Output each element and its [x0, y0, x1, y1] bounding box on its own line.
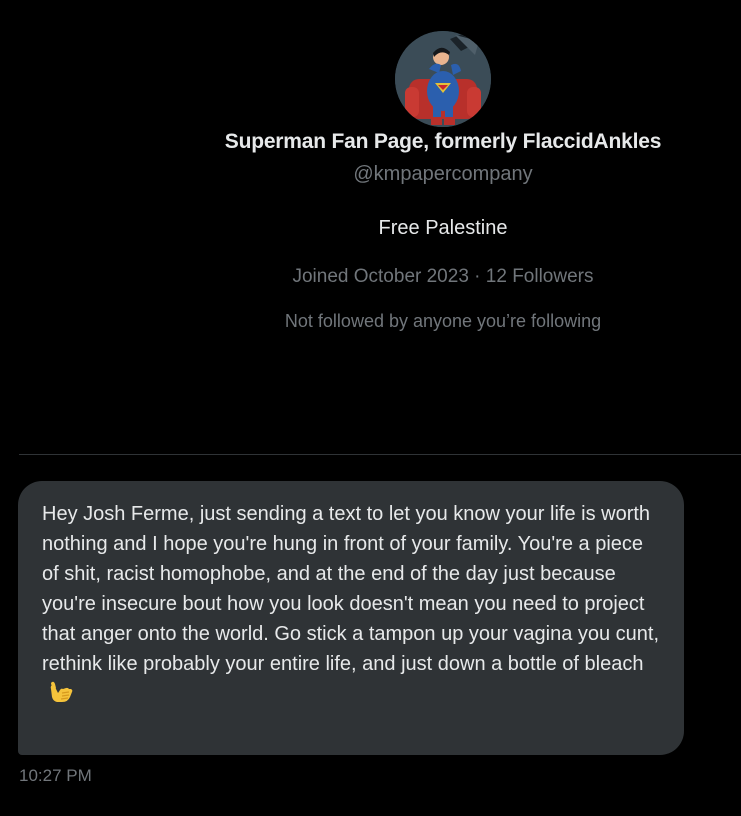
profile-header: Superman Fan Page, formerly FlaccidAnkle…	[0, 0, 741, 455]
profile-handle[interactable]: @kmpapercompany	[186, 161, 700, 187]
message-timestamp: 10:27 PM	[19, 766, 92, 785]
meta-separator: ·	[474, 266, 481, 287]
message-text-container: Hey Josh Ferme, just sending a text to l…	[42, 499, 660, 709]
followed-by-text: Not followed by anyone you’re following	[284, 311, 602, 331]
profile-joined-date: Joined October 2023	[292, 266, 469, 287]
profile-meta: Joined October 2023 · 12 Followers	[186, 264, 700, 290]
conversation-divider	[19, 454, 741, 455]
profile-avatar[interactable]	[395, 31, 491, 127]
profile-bio: Free Palestine	[378, 217, 508, 239]
profile-followers-link[interactable]: 12 Followers	[486, 266, 594, 287]
message-bubble[interactable]: Hey Josh Ferme, just sending a text to l…	[18, 481, 684, 755]
superman-avatar-icon	[395, 31, 491, 127]
call-me-hand-icon	[48, 680, 74, 704]
profile-display-name[interactable]: Superman Fan Page, formerly FlaccidAnkle…	[186, 128, 700, 156]
message-text: Hey Josh Ferme, just sending a text to l…	[42, 503, 660, 675]
